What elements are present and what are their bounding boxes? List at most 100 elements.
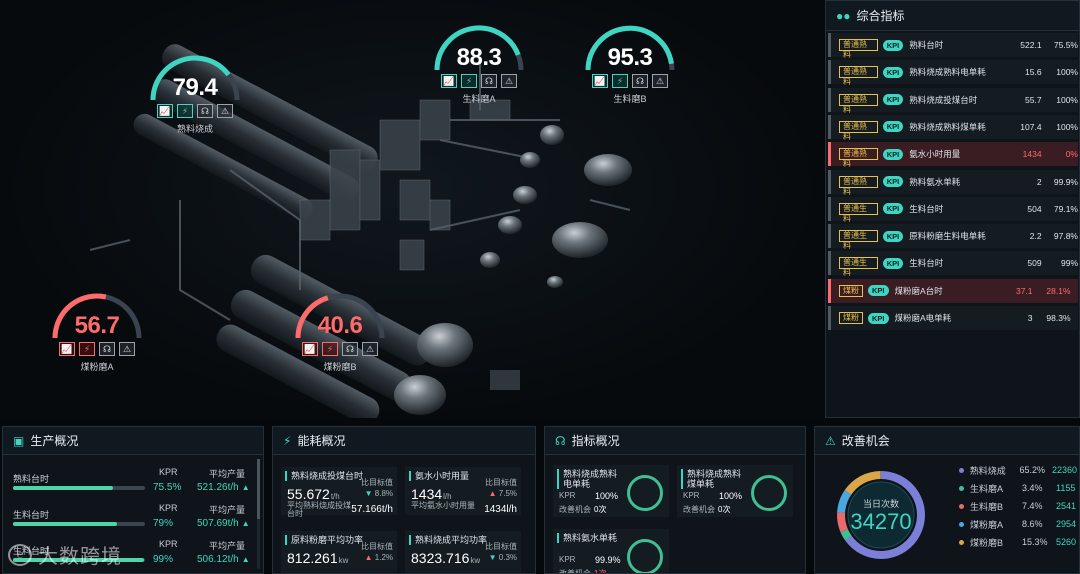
indicator-card[interactable]: 熟料烧成熟料煤单耗 KPR 100% 改善机会 0次 (677, 465, 793, 517)
legend-percent: 7.4% (1022, 501, 1043, 511)
legend-name: 熟料烧成 (969, 465, 1006, 476)
indicator-title: 熟料烧成熟料煤单耗 (681, 469, 749, 489)
kpi-badge: KPI (882, 94, 904, 106)
scrollbar-thumb[interactable] (257, 459, 260, 519)
energy-average-value: 1434l/h (484, 504, 517, 515)
kpi-value: 107.4 (1020, 121, 1042, 132)
kpi-value: 509 (1027, 258, 1042, 269)
kpi-percent: 100% (1056, 67, 1078, 78)
bolt-icon[interactable]: ⚡ (612, 74, 628, 88)
chart-icon[interactable]: 📈 (302, 342, 318, 356)
indicator-title: 熟料烧成熟料电单耗 (557, 469, 625, 489)
kpi-name: 原料粉磨生料电单耗 (909, 231, 986, 242)
energy-card-title: 原料粉磨平均功率 (285, 535, 365, 545)
gauge-meifen-b[interactable]: 40.6 📈 ⚡ ☊ ⚠ 煤粉磨B (292, 290, 388, 373)
kpi-row[interactable]: 普通熟料 KPI 熟料氨水单耗 2 99.9% (828, 169, 1078, 196)
bolt-icon[interactable]: ⚡ (322, 342, 338, 356)
legend-item[interactable]: 煤粉磨B 15.3% 5260 (959, 535, 1077, 549)
kpi-percent: 0% (1065, 149, 1078, 160)
legend-item[interactable]: 煤粉磨A 8.6% 2954 (959, 517, 1077, 531)
kpi-row[interactable]: 煤粉 KPI 煤粉磨A台时 37.1 28.1% (828, 278, 1078, 303)
legend-item[interactable]: 熟料烧成 65.2% 22360 (959, 463, 1077, 477)
legend-name: 煤粉磨B (970, 537, 1004, 548)
indicator-title: 熟料氨水单耗 (557, 533, 625, 543)
kpr-value: 99% (153, 554, 174, 565)
energy-card-title: 氨水小时用量 (409, 471, 489, 481)
indicator-card[interactable]: 熟料烧成熟料电单耗 KPR 100% 改善机会 0次 (553, 465, 669, 517)
kpr-ring (627, 475, 663, 511)
production-progress-fill (13, 486, 114, 490)
legend-percent: 15.3% (1022, 537, 1048, 547)
kpi-row[interactable]: 普通熟料 KPI 熟料烧成熟料煤单耗 107.4 100% (828, 114, 1078, 141)
energy-card[interactable]: 熟料烧成投煤台时 比目标值 55.672t/h ▼ 8.8% 平均熟料烧成投煤台时 57.… (281, 467, 397, 518)
production-row[interactable]: 生料台时 KPR 平均产量 79% 507.69t/h ▲ (13, 503, 261, 533)
bolt-icon[interactable]: ⚡ (79, 342, 95, 356)
warning-icon[interactable]: ⚠ (652, 74, 668, 88)
improvement-panel-title: 改善机会 (841, 434, 890, 448)
chart-icon[interactable]: 📈 (441, 74, 457, 88)
wrench-icon[interactable]: ☊ (481, 74, 497, 88)
wrench-icon[interactable]: ☊ (99, 342, 115, 356)
energy-card[interactable]: 原料粉磨平均功率 比目标值 812.261kw ▲ 1.2% (281, 531, 397, 573)
production-name: 熟料台时 (13, 474, 50, 484)
wrench-icon[interactable]: ☊ (197, 104, 213, 118)
kpi-panel: ●● 综合指标 普通熟料 KPI 熟料台时 522.1 75.5% 普通熟料 KPI 熟料烧成… (825, 0, 1080, 418)
kpi-value: 1434 (1022, 149, 1042, 160)
legend-item[interactable]: 生料磨B 7.4% 2541 (959, 499, 1077, 513)
improvement-count-label: 改善机会 (683, 505, 715, 514)
chart-icon[interactable]: 📈 (157, 104, 173, 118)
kpi-percent: 99% (1060, 258, 1078, 269)
energy-card[interactable]: 氨水小时用量 比目标值 1434l/h ▲ 7.5% 平均氨水小时用量 1434l/h (405, 467, 521, 515)
output-value-text: 507.69t/h (197, 518, 239, 529)
gauge-value: 88.3 (456, 44, 502, 71)
energy-value-number: 1434 (411, 486, 443, 502)
kpi-row[interactable]: 普通生料 KPI 生料台时 509 99% (828, 251, 1078, 277)
improvement-panel: ⚠ 改善机会 当日次数 34270 熟料烧成 65.2% 22360 生料磨A 3.4%… (814, 426, 1080, 574)
bolt-icon[interactable]: ⚡ (177, 104, 193, 118)
plant-3d-scene[interactable]: 79.4 📈 ⚡ ☊ ⚠ 熟料烧成 88.3 📈 ⚡ ☊ ⚠ 生料磨A 95.3 📈 ⚡ ☊ ⚠ 生料磨B 5… (0, 0, 824, 418)
kpi-percent: 99.9% (1053, 176, 1078, 187)
kpr-value: 99.9% (595, 555, 621, 565)
production-panel-header: ▣ 生产概况 (3, 427, 263, 455)
energy-panel-title: 能耗概况 (297, 434, 346, 448)
bolt-icon[interactable]: ⚡ (461, 74, 477, 88)
gauge-shengliao-b[interactable]: 95.3 📈 ⚡ ☊ ⚠ 生料磨B (582, 22, 678, 105)
kpi-category-tag: 普通熟料 (839, 93, 878, 114)
kpi-row[interactable]: 煤粉 KPI 煤粉磨A电单耗 3 98.3% (828, 306, 1078, 330)
wrench-icon[interactable]: ☊ (632, 74, 648, 88)
warning-icon[interactable]: ⚠ (119, 342, 135, 356)
warning-icon[interactable]: ⚠ (501, 74, 517, 88)
gauge-shuliao[interactable]: 79.4 📈 ⚡ ☊ ⚠ 熟料烧成 (147, 52, 243, 135)
kpi-row[interactable]: 普通熟料 KPI 熟料烧成熟料电单耗 15.6 100% (828, 60, 1078, 86)
kpi-row[interactable]: 普通生料 KPI 生料台时 504 79.1% (828, 196, 1078, 223)
gauge-name: 煤粉磨A (80, 362, 114, 372)
kpi-row[interactable]: 普通生料 KPI 原料粉磨生料电单耗 2.2 97.8% (828, 224, 1078, 250)
production-row[interactable]: 熟料台时 KPR 平均产量 75.5% 521.26t/h ▲ (13, 467, 261, 497)
energy-value: 55.672t/h (287, 486, 340, 502)
target-compare-label: 比目标值 (361, 478, 393, 487)
warning-icon[interactable]: ⚠ (362, 342, 378, 356)
energy-card[interactable]: 熟料烧成平均功率 比目标值 8323.716kw ▼ 0.3% (405, 531, 521, 573)
wrench-icon[interactable]: ☊ (342, 342, 358, 356)
gauge-meifen-a[interactable]: 56.7 📈 ⚡ ☊ ⚠ 煤粉磨A (49, 290, 145, 373)
arrow-up-icon: ▲ (488, 489, 499, 498)
energy-change-value: 7.5% (498, 489, 517, 498)
legend-item[interactable]: 生料磨A 3.4% 1155 (959, 481, 1077, 495)
kpi-category-tag: 普通熟料 (839, 66, 878, 86)
kpi-badge: KPI (882, 230, 904, 242)
gauge-shengliao-a[interactable]: 88.3 📈 ⚡ ☊ ⚠ 生料磨A (431, 22, 527, 105)
warning-icon[interactable]: ⚠ (217, 104, 233, 118)
watermark-icon: ℮ (8, 543, 32, 566)
kpi-row[interactable]: 普通熟料 KPI 氨水小时用量 1434 0% (828, 142, 1078, 168)
kpi-row[interactable]: 普通熟料 KPI 熟料烧成投煤台时 55.7 100% (828, 87, 1078, 114)
chart-icon[interactable]: 📈 (592, 74, 608, 88)
kpi-value: 2.2 (1029, 231, 1042, 242)
kpi-row[interactable]: 普通熟料 KPI 熟料台时 522.1 75.5% (828, 33, 1078, 59)
indicator-card[interactable]: 熟料氨水单耗 KPR 99.9% 改善机会 1次 (553, 529, 669, 573)
energy-change-value: 8.8% (374, 489, 393, 498)
kpi-percent: 97.8% (1053, 231, 1078, 242)
legend-dot (959, 485, 964, 491)
chart-icon[interactable]: 📈 (59, 342, 75, 356)
legend-count: 1155 (1056, 483, 1076, 493)
watermark-text: 大数跨境 (38, 546, 122, 568)
